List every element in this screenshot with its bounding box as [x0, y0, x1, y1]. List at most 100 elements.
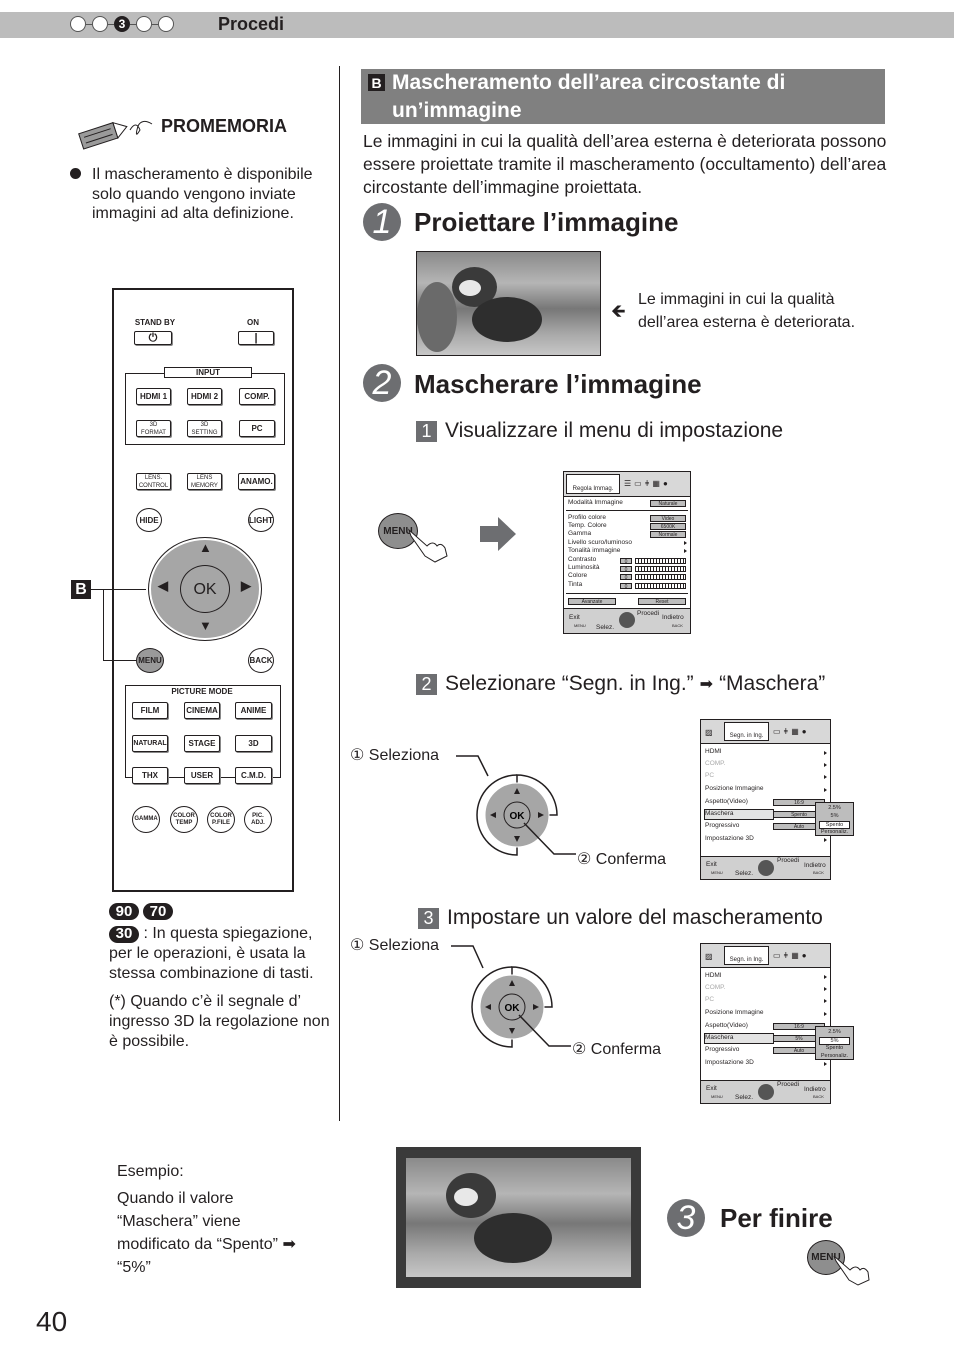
osd-row[interactable]: Progressivo — [705, 1046, 739, 1053]
tint-slider[interactable] — [635, 583, 686, 589]
color-pfile-button[interactable]: COLOR P.FILE — [207, 806, 235, 833]
pic-adj-button[interactable]: PIC. ADJ. — [244, 806, 272, 833]
osd-row[interactable]: Gamma — [568, 530, 591, 537]
osd-row[interactable]: Luminosità — [568, 564, 599, 571]
comp-button[interactable]: COMP. — [239, 388, 275, 405]
ok-key[interactable]: OK — [510, 811, 526, 822]
exit-label: Exit — [706, 1085, 717, 1092]
thx-button[interactable]: THX — [132, 767, 168, 784]
step-dot — [92, 16, 108, 32]
osd-tab-active[interactable]: Segn. in Ing. — [724, 946, 769, 965]
lens-control-button[interactable]: LENS. CONTROL — [136, 473, 171, 490]
osd-row[interactable]: Tonalità immagine — [568, 547, 620, 554]
osd-row[interactable]: Contrasto — [568, 556, 596, 563]
color-slider[interactable] — [635, 574, 686, 580]
osd-header: Regola Immag. ☰▭ǂ▦● — [564, 472, 690, 497]
gamma-button[interactable]: GAMMA — [132, 806, 160, 833]
popup-option[interactable]: Spento — [816, 1045, 853, 1051]
arrow-right-icon — [480, 517, 516, 551]
osd-row[interactable]: HDMI — [705, 748, 722, 755]
popup-option[interactable]: Personaliz. — [816, 829, 853, 835]
back-button[interactable]: BACK — [248, 648, 274, 673]
on-button[interactable]: | — [238, 331, 274, 345]
color-temp-button[interactable]: COLOR TEMP — [170, 806, 198, 833]
hdmi1-button[interactable]: HDMI 1 — [136, 388, 171, 405]
user-button[interactable]: USER — [184, 767, 220, 784]
back-label: Indietro — [804, 1086, 826, 1093]
osd-value: Naturale — [650, 500, 686, 507]
osd-row[interactable]: Impostazione 3D — [705, 835, 754, 842]
popup-option[interactable]: 2.5% — [816, 1029, 853, 1035]
popup-option[interactable]: 2.5% — [816, 805, 853, 811]
substep-label-target: “Maschera” — [719, 672, 826, 695]
left-arrow-icon[interactable]: ◀ — [158, 579, 168, 592]
3d-note: (*) Quando c’è il segnale d’ ingresso 3D… — [109, 993, 330, 1050]
osd-row[interactable]: Modalità Immagine — [568, 499, 623, 506]
osd-row[interactable]: Profilo colore — [568, 514, 606, 521]
anime-button[interactable]: ANIME — [235, 702, 272, 719]
osd-row[interactable]: Aspetto(Video) — [705, 1022, 748, 1029]
osd-row[interactable]: Posizione Immagine — [705, 1009, 764, 1016]
menu-button[interactable]: MENU — [136, 648, 164, 673]
light-button[interactable]: LIGHT — [248, 508, 274, 532]
up-arrow-icon[interactable]: ▲ — [199, 541, 212, 554]
select-label: Selez. — [596, 624, 615, 631]
pc-button[interactable]: PC — [239, 420, 275, 437]
3d-setting-button[interactable]: 3D SETTING — [187, 420, 222, 437]
cinema-button[interactable]: CINEMA — [184, 702, 220, 719]
osd-row[interactable]: Aspetto(Video) — [705, 798, 748, 805]
popup-option[interactable]: 5% — [816, 813, 853, 819]
osd-row[interactable]: Posizione Immagine — [705, 785, 764, 792]
picture-tab-icon[interactable]: ▨ — [705, 728, 713, 737]
substep-label: Impostare un valore del mascheramento — [447, 906, 823, 929]
reset-button[interactable]: Reset — [638, 598, 686, 605]
osd-row-disabled: COMP. — [705, 984, 726, 991]
osd-row-selected[interactable]: Maschera — [705, 810, 734, 817]
substep-number: 2 — [416, 673, 437, 695]
osd-row-selected[interactable]: Maschera — [705, 1034, 734, 1041]
brightness-slider[interactable] — [635, 566, 686, 572]
advanced-button[interactable]: Avanzate — [568, 598, 616, 605]
right-arrow-icon[interactable]: ▶ — [241, 579, 251, 592]
standby-button[interactable]: ⏻ — [134, 331, 172, 345]
hide-button[interactable]: HIDE — [136, 508, 162, 532]
osd-row[interactable]: Progressivo — [705, 822, 739, 829]
osd-row[interactable]: Temp. Colore — [568, 522, 607, 529]
step-progress: 3 — [70, 13, 174, 35]
dpad-diagram: OK — [451, 945, 571, 1048]
3d-button[interactable]: 3D — [235, 735, 272, 752]
substep-label: Selezionare “Segn. in Ing.” — [445, 672, 694, 695]
dpad[interactable]: OK ▲ ▼ ◀ ▶ — [148, 537, 262, 641]
picture-tab-icon[interactable]: ▨ — [705, 952, 713, 961]
callout-badge: B — [71, 580, 91, 599]
substep-number: 3 — [418, 907, 439, 929]
contrast-slider[interactable] — [635, 558, 686, 564]
ok-button[interactable]: OK — [180, 565, 230, 613]
osd-row[interactable]: Colore — [568, 572, 587, 579]
natural-button[interactable]: NATURAL — [132, 735, 168, 752]
input-label: INPUT — [164, 367, 252, 378]
down-arrow-icon[interactable]: ▼ — [199, 619, 212, 632]
ok-key[interactable]: OK — [505, 1003, 521, 1014]
popup-option[interactable]: Personaliz. — [816, 1053, 853, 1059]
osd-row[interactable]: Impostazione 3D — [705, 1059, 754, 1066]
lens-memory-button[interactable]: LENS MEMORY — [187, 473, 222, 490]
osd-row[interactable]: Livello scuro/luminoso — [568, 539, 632, 546]
hdmi2-button[interactable]: HDMI 2 — [187, 388, 222, 405]
osd-row[interactable]: HDMI — [705, 972, 722, 979]
osd-tab-active[interactable]: Segn. in Ing. — [724, 722, 769, 741]
osd-row[interactable]: Tinta — [568, 581, 582, 588]
osd-tab-active[interactable]: Regola Immag. — [566, 474, 620, 494]
osd-tab-icons[interactable]: ▭ǂ▦● — [773, 951, 810, 960]
popup-option-selected[interactable]: Spento — [819, 821, 850, 829]
cmd-button[interactable]: C.M.D. — [235, 767, 272, 784]
osd-tab-icons[interactable]: ☰▭ǂ▦● — [624, 479, 671, 488]
sample-image-degraded — [416, 251, 601, 356]
anamo-button[interactable]: ANAMO. — [238, 473, 275, 490]
film-button[interactable]: FILM — [132, 702, 168, 719]
popup-option-selected[interactable]: 5% — [819, 1037, 850, 1045]
osd-tab-icons[interactable]: ▭ǂ▦● — [773, 727, 810, 736]
back-hint: BACK — [813, 870, 824, 875]
stage-button[interactable]: STAGE — [184, 735, 220, 752]
3d-format-button[interactable]: 3D FORMAT — [136, 420, 171, 437]
